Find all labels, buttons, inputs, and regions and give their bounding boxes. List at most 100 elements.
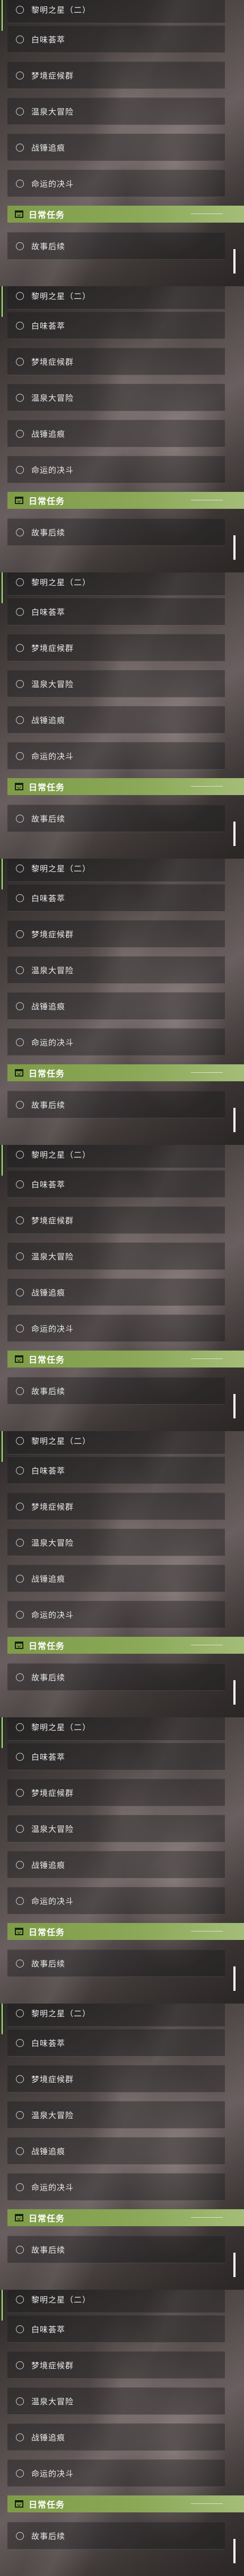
quest-item[interactable]: 命运的决斗	[7, 170, 225, 197]
quest-label: 故事后续	[31, 527, 66, 537]
quest-item[interactable]: 白味荟萃	[7, 2315, 225, 2343]
quest-item-scene[interactable]: 黎明之星（二）	[7, 1717, 225, 1741]
quest-item[interactable]: 战锤追痕	[7, 420, 225, 447]
daily-task-label: 日常任务	[29, 496, 65, 506]
quest-item[interactable]: 温泉大冒险	[7, 1242, 225, 1270]
circle-outline-icon	[16, 1436, 24, 1445]
quest-item-scene[interactable]: 黎明之星（二）	[7, 1431, 225, 1454]
scrollbar-thumb[interactable]	[233, 1966, 236, 1991]
quest-item[interactable]: 战锤追痕	[7, 1851, 225, 1878]
quest-item[interactable]: 梦境症候群	[7, 634, 225, 661]
quest-item[interactable]: 命运的决斗	[7, 1028, 225, 1056]
daily-quest-item[interactable]: 故事后续	[7, 1091, 225, 1118]
quest-label: 黎明之星（二）	[31, 1722, 91, 1732]
quest-item[interactable]: 温泉大冒险	[7, 956, 225, 984]
quest-item[interactable]: 温泉大冒险	[7, 1815, 225, 1842]
daily-task-header[interactable]: 日常任务	[7, 492, 244, 509]
quest-item[interactable]: 梦境症候群	[7, 920, 225, 948]
daily-quest-item[interactable]: 故事后续	[7, 1663, 225, 1691]
quest-item[interactable]: 白味荟萃	[7, 25, 225, 53]
quest-item-scene[interactable]: 黎明之星（二）	[7, 2004, 225, 2027]
circle-outline-icon	[16, 321, 24, 330]
daily-task-header[interactable]: 日常任务	[7, 2495, 244, 2512]
quest-item[interactable]: 战锤追痕	[7, 134, 225, 161]
quest-item[interactable]: 白味荟萃	[7, 1457, 225, 1484]
scrollbar-thumb[interactable]	[233, 2253, 236, 2277]
quest-item[interactable]: 温泉大冒险	[7, 2101, 225, 2129]
quest-item-scene[interactable]: 黎明之星（二）	[7, 2290, 225, 2313]
quest-item-scene[interactable]: 黎明之星（二）	[7, 0, 225, 23]
daily-quest-item[interactable]: 故事后续	[7, 518, 225, 546]
daily-task-label: 日常任务	[29, 1069, 65, 1079]
quest-item[interactable]: 命运的决斗	[7, 1315, 225, 1342]
quest-item[interactable]: 温泉大冒险	[7, 384, 225, 411]
quest-item[interactable]: 命运的决斗	[7, 1601, 225, 1628]
quest-label: 战锤追痕	[31, 1860, 66, 1870]
quest-item[interactable]: 梦境症候群	[7, 1206, 225, 1234]
circle-outline-icon	[16, 357, 24, 366]
scrollbar-thumb[interactable]	[233, 1108, 236, 1132]
daily-task-header[interactable]: 日常任务	[7, 1351, 244, 1368]
circle-outline-icon	[16, 465, 24, 474]
quest-item[interactable]: 梦境症候群	[7, 61, 225, 89]
quest-item-scene[interactable]: 黎明之星（二）	[7, 859, 225, 882]
quest-item[interactable]: 命运的决斗	[7, 742, 225, 770]
circle-outline-icon	[16, 2075, 24, 2083]
quest-item[interactable]: 白味荟萃	[7, 1170, 225, 1198]
daily-task-header[interactable]: 日常任务	[7, 1637, 244, 1654]
daily-quest-item[interactable]: 故事后续	[7, 1949, 225, 1977]
daily-quest-item[interactable]: 故事后续	[7, 232, 225, 260]
circle-outline-icon	[16, 2009, 24, 2017]
quest-item[interactable]: 温泉大冒险	[7, 98, 225, 125]
quest-item[interactable]: 白味荟萃	[7, 884, 225, 912]
quest-item[interactable]: 白味荟萃	[7, 2029, 225, 2057]
quest-item[interactable]: 梦境症候群	[7, 1493, 225, 1520]
active-accent-line	[2, 286, 3, 317]
quest-item-scene[interactable]: 黎明之星（二）	[7, 572, 225, 596]
quest-item[interactable]: 温泉大冒险	[7, 1529, 225, 1556]
quest-item[interactable]: 战锤追痕	[7, 1278, 225, 1306]
quest-label: 白味荟萃	[31, 2038, 66, 2048]
scrollbar-thumb[interactable]	[233, 535, 236, 560]
quest-item[interactable]: 战锤追痕	[7, 1565, 225, 1592]
scrollbar-thumb[interactable]	[233, 249, 236, 274]
daily-task-header[interactable]: 日常任务	[7, 1923, 244, 1940]
circle-outline-icon	[16, 643, 24, 652]
quest-item[interactable]: 命运的决斗	[7, 2459, 225, 2487]
quest-item[interactable]: 白味荟萃	[7, 312, 225, 339]
quest-item[interactable]: 战锤追痕	[7, 992, 225, 1020]
scrollbar-thumb[interactable]	[233, 822, 236, 846]
circle-outline-icon	[16, 2111, 24, 2119]
daily-task-header[interactable]: 日常任务	[7, 778, 244, 795]
scrollbar-thumb[interactable]	[233, 1394, 236, 1418]
quest-item[interactable]: 战锤追痕	[7, 2423, 225, 2451]
quest-item[interactable]: 战锤追痕	[7, 2137, 225, 2165]
quest-item[interactable]: 战锤追痕	[7, 706, 225, 734]
quest-item[interactable]: 命运的决斗	[7, 2173, 225, 2201]
quest-item[interactable]: 梦境症候群	[7, 2065, 225, 2093]
quest-item[interactable]: 命运的决斗	[7, 456, 225, 483]
quest-item[interactable]: 梦境症候群	[7, 2351, 225, 2379]
quest-item[interactable]: 梦境症候群	[7, 1779, 225, 1806]
daily-quest-item[interactable]: 故事后续	[7, 805, 225, 832]
quest-label: 梦境症候群	[31, 1215, 74, 1225]
quest-item[interactable]: 白味荟萃	[7, 1743, 225, 1770]
scrollbar-thumb[interactable]	[233, 1680, 236, 1705]
quest-label: 温泉大冒险	[31, 2110, 74, 2120]
quest-item[interactable]: 白味荟萃	[7, 598, 225, 625]
quest-item[interactable]: 温泉大冒险	[7, 2387, 225, 2415]
quest-item[interactable]: 命运的决斗	[7, 1887, 225, 1915]
daily-task-header[interactable]: 日常任务	[7, 206, 244, 223]
quest-item-scene[interactable]: 黎明之星（二）	[7, 1145, 225, 1168]
scrollbar-thumb[interactable]	[233, 2539, 236, 2563]
quest-label: 故事后续	[31, 2531, 66, 2541]
quest-item-scene[interactable]: 黎明之星（二）	[7, 286, 225, 310]
quest-item[interactable]: 梦境症候群	[7, 348, 225, 375]
daily-task-header[interactable]: 日常任务	[7, 1064, 244, 1081]
quest-label: 黎明之星（二）	[31, 863, 91, 874]
daily-quest-item[interactable]: 故事后续	[7, 1377, 225, 1405]
quest-item[interactable]: 温泉大冒险	[7, 670, 225, 698]
daily-quest-item[interactable]: 故事后续	[7, 2236, 225, 2263]
daily-task-header[interactable]: 日常任务	[7, 2209, 244, 2226]
daily-quest-item[interactable]: 故事后续	[7, 2522, 225, 2549]
